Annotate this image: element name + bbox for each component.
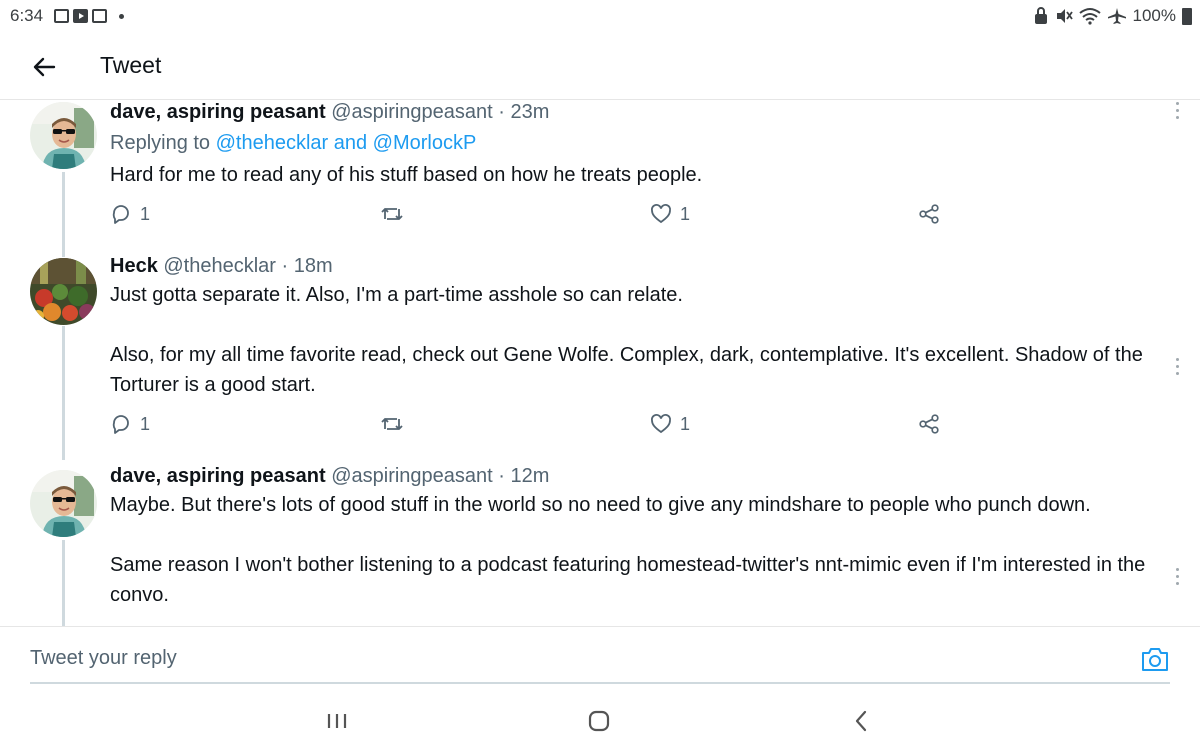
author-name[interactable]: dave, aspiring peasant <box>110 465 326 487</box>
tweet-header: dave, aspiring peasant @aspiringpeasant … <box>110 464 1180 488</box>
lock-icon <box>1034 7 1047 24</box>
camera-icon <box>1142 648 1168 671</box>
avatar[interactable] <box>30 258 97 325</box>
arrow-left-icon <box>33 57 56 77</box>
share-icon <box>919 414 939 434</box>
back-button[interactable] <box>28 50 62 84</box>
notification-icons <box>54 9 124 23</box>
replying-to-label: Replying to <box>110 132 211 154</box>
system-nav-bar <box>0 690 1200 750</box>
tweet-body: Heck @thehecklar · 18m Just gotta separa… <box>110 250 1180 400</box>
author-name[interactable]: dave, aspiring peasant <box>110 101 326 123</box>
heart-icon <box>651 204 671 224</box>
thread-connector <box>62 250 65 257</box>
more-options-button[interactable] <box>1174 102 1180 122</box>
tweet-actions: 1 1 <box>110 200 950 228</box>
tweet-body: dave, aspiring peasant @aspiringpeasant … <box>110 100 1180 190</box>
retweet-icon <box>381 418 403 430</box>
retweet-button[interactable] <box>380 200 412 228</box>
reply-count: 1 <box>140 413 151 434</box>
share-button[interactable] <box>918 410 940 438</box>
tweet[interactable]: Heck @thehecklar · 18m Just gotta separa… <box>0 250 1200 460</box>
more-options-button[interactable] <box>1174 568 1180 588</box>
app-header: Tweet <box>0 34 1200 100</box>
tweet-paragraph: Same reason I won't bother listening to … <box>110 554 1146 606</box>
heart-icon <box>651 414 671 434</box>
author-handle[interactable]: @aspiringpeasant <box>331 101 493 123</box>
like-count: 1 <box>680 413 691 434</box>
tweet-paragraph: Maybe. But there's lots of good stuff in… <box>110 494 1091 516</box>
avatar[interactable] <box>30 470 97 537</box>
retweet-icon <box>381 208 403 220</box>
tweet-text: Hard for me to read any of his stuff bas… <box>110 160 1180 190</box>
news-notification-icon <box>92 9 107 23</box>
tweet-time: · 23m <box>498 101 550 123</box>
home-button[interactable] <box>584 706 614 736</box>
tweet-thread[interactable]: dave, aspiring peasant @aspiringpeasant … <box>0 100 1200 626</box>
author-handle[interactable]: @aspiringpeasant <box>331 465 493 487</box>
tweet-paragraph: Hard for me to read any of his stuff bas… <box>110 164 703 186</box>
reply-underline <box>30 682 1170 684</box>
tweet[interactable]: dave, aspiring peasant @aspiringpeasant … <box>0 460 1200 626</box>
like-button[interactable]: 1 <box>650 410 690 438</box>
author-name[interactable]: Heck <box>110 255 158 277</box>
thread-connector <box>62 172 65 250</box>
tweet-time: · 12m <box>498 465 550 487</box>
back-nav-button[interactable] <box>846 706 876 736</box>
reply-icon <box>112 205 129 224</box>
chevron-left-icon <box>855 710 867 732</box>
like-button[interactable]: 1 <box>650 200 690 228</box>
retweet-button[interactable] <box>380 410 412 438</box>
avatar-image <box>30 470 97 537</box>
status-bar: 6:34 100% <box>0 0 1200 34</box>
reply-composer <box>0 626 1200 684</box>
share-icon <box>919 204 939 224</box>
wifi-icon <box>1078 8 1101 25</box>
reply-input[interactable] <box>30 643 1110 673</box>
tweet[interactable]: dave, aspiring peasant @aspiringpeasant … <box>0 100 1200 250</box>
reply-button[interactable]: 1 <box>110 200 150 228</box>
replying-to: Replying to @thehecklar and @MorlockP <box>110 128 1180 158</box>
recent-apps-icon <box>327 714 347 728</box>
reply-count: 1 <box>140 203 151 224</box>
mute-icon <box>1056 9 1073 23</box>
tweet-text: Just gotta separate it. Also, I'm a part… <box>110 280 1180 400</box>
reply-icon <box>112 415 129 434</box>
status-right: 100% <box>1033 6 1192 26</box>
page-title: Tweet <box>100 52 162 78</box>
share-button[interactable] <box>918 200 940 228</box>
youtube-notification-icon <box>73 9 88 23</box>
recent-apps-button[interactable] <box>322 706 352 736</box>
replying-to-users[interactable]: @thehecklar and @MorlockP <box>216 132 477 154</box>
like-count: 1 <box>680 203 691 224</box>
tweet-time: · 18m <box>281 255 333 277</box>
tweet-header: dave, aspiring peasant @aspiringpeasant … <box>110 100 1180 124</box>
camera-button[interactable] <box>1140 645 1170 673</box>
tweet-paragraph: Just gotta separate it. Also, I'm a part… <box>110 284 683 306</box>
thread-connector <box>62 540 65 626</box>
home-icon <box>588 710 610 732</box>
reply-button[interactable]: 1 <box>110 410 150 438</box>
avatar-image <box>30 258 97 325</box>
battery-percent: 100% <box>1132 6 1176 25</box>
status-time: 6:34 <box>10 6 44 25</box>
avatar[interactable] <box>30 102 97 169</box>
more-notifications-icon <box>119 13 124 19</box>
thread-connector <box>62 326 65 460</box>
tweet-header: Heck @thehecklar · 18m <box>110 254 1180 278</box>
avatar-image <box>30 102 97 169</box>
tweet-text: Maybe. But there's lots of good stuff in… <box>110 490 1180 610</box>
battery-icon <box>1182 7 1192 25</box>
airplane-mode-icon <box>1107 8 1126 24</box>
news-notification-icon <box>54 9 69 23</box>
more-options-button[interactable] <box>1174 358 1180 378</box>
tweet-body: dave, aspiring peasant @aspiringpeasant … <box>110 460 1180 610</box>
tweet-actions: 1 1 <box>110 410 950 438</box>
tweet-paragraph: Also, for my all time favorite read, che… <box>110 344 1143 396</box>
author-handle[interactable]: @thehecklar <box>163 255 276 277</box>
